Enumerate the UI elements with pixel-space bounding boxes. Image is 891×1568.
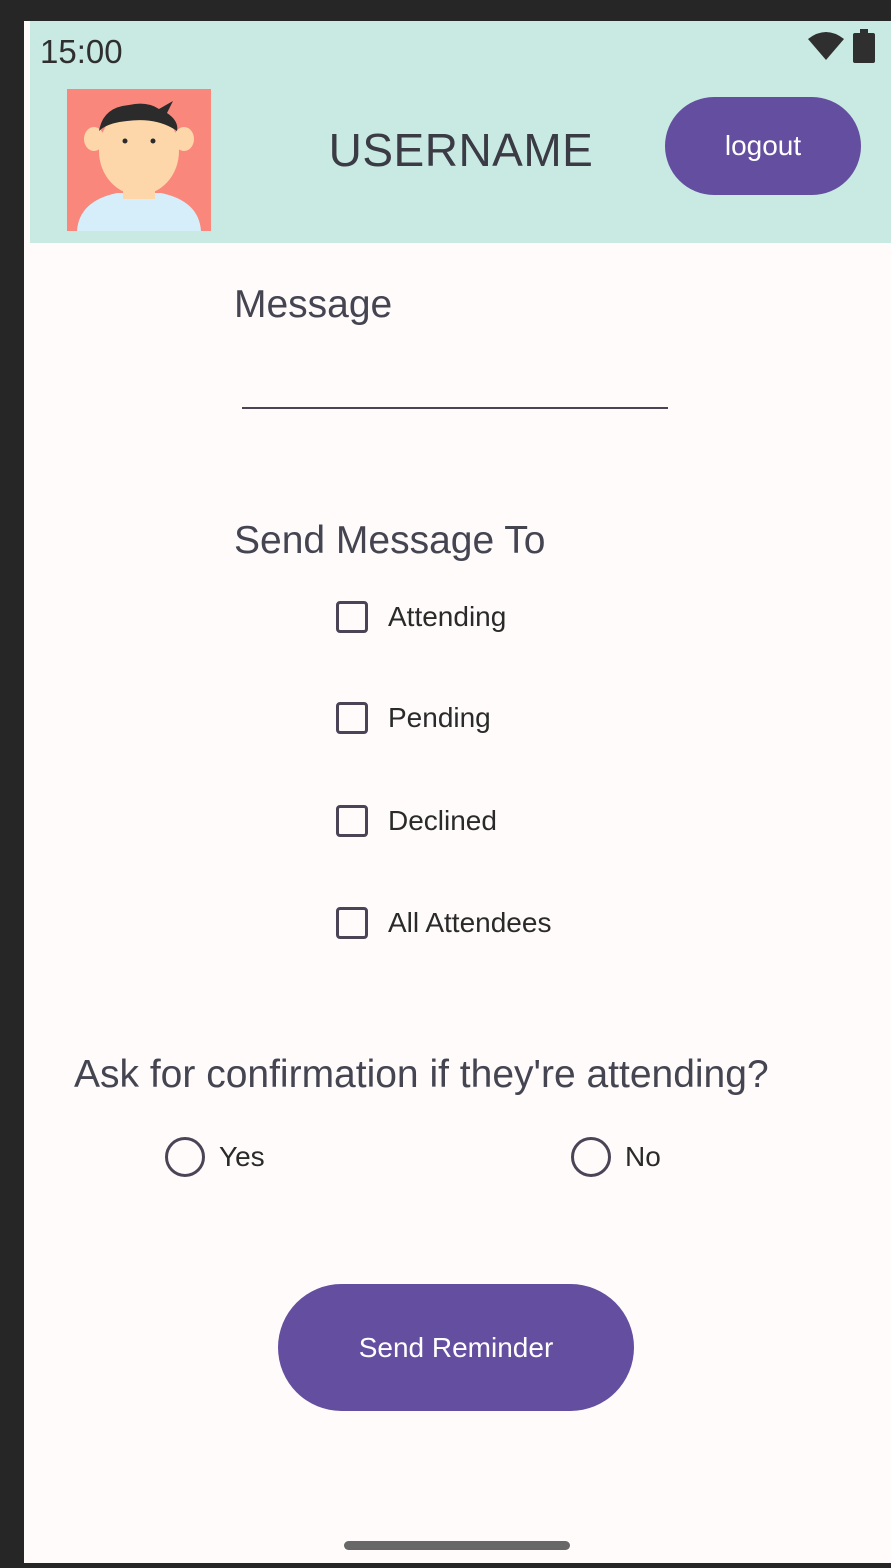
confirm-question: Ask for confirmation if they're attendin…	[74, 1053, 769, 1096]
checkbox-box[interactable]	[336, 601, 368, 633]
avatar-icon	[67, 89, 211, 231]
checkbox-box[interactable]	[336, 907, 368, 939]
checkbox-box[interactable]	[336, 805, 368, 837]
checkbox-label: Attending	[388, 601, 507, 632]
radio-yes[interactable]: Yes	[165, 1135, 265, 1179]
wifi-icon	[807, 31, 845, 66]
status-time: 15:00	[40, 33, 123, 70]
send-to-label: Send Message To	[234, 519, 546, 562]
message-label: Message	[234, 283, 393, 326]
checkbox-label: Pending	[388, 702, 491, 733]
radio-label: Yes	[219, 1141, 265, 1172]
checkbox-label: All Attendees	[388, 907, 552, 938]
checkbox-pending[interactable]: Pending	[336, 698, 491, 738]
logout-button[interactable]: logout	[665, 97, 861, 195]
radio-button[interactable]	[571, 1137, 611, 1177]
home-indicator[interactable]	[344, 1541, 570, 1550]
battery-icon	[853, 29, 875, 68]
checkbox-declined[interactable]: Declined	[336, 801, 497, 841]
checkbox-all-attendees[interactable]: All Attendees	[336, 903, 551, 943]
checkbox-box[interactable]	[336, 702, 368, 734]
checkbox-label: Declined	[388, 805, 497, 836]
username-title: USERNAME	[328, 124, 594, 176]
avatar	[67, 89, 211, 231]
radio-button[interactable]	[165, 1137, 205, 1177]
checkbox-attending[interactable]: Attending	[336, 597, 506, 637]
send-reminder-button[interactable]: Send Reminder	[278, 1284, 634, 1411]
radio-label: No	[625, 1141, 661, 1172]
app-header: 15:00 USERNAME logout	[30, 21, 891, 243]
radio-no[interactable]: No	[571, 1135, 661, 1179]
message-input[interactable]	[242, 367, 668, 409]
status-icons	[807, 29, 875, 68]
app-screen: 15:00 USERNAME logout Message Send Messa…	[24, 21, 891, 1563]
device-frame: 15:00 USERNAME logout Message Send Messa…	[0, 0, 891, 1568]
